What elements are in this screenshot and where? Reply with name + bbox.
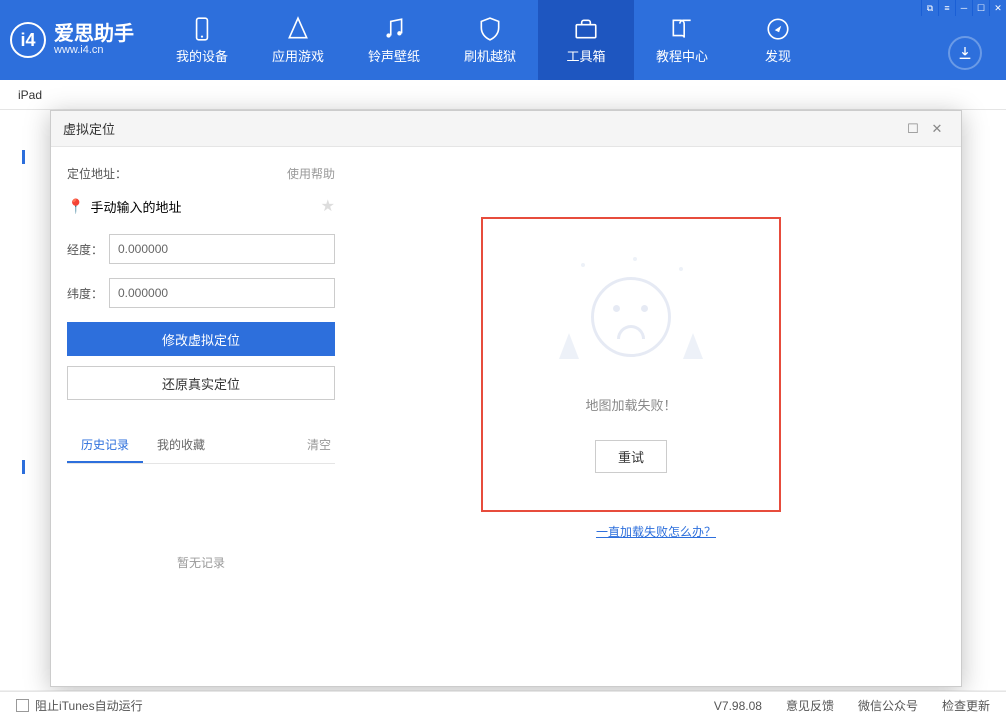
- titlebar-btn-1[interactable]: ⧉: [922, 0, 938, 16]
- check-update-link[interactable]: 检查更新: [942, 697, 990, 714]
- longitude-input[interactable]: [109, 234, 335, 264]
- modal-title-text: 虚拟定位: [63, 119, 115, 138]
- side-marker-icon: [22, 150, 25, 164]
- history-tabs: 历史记录 我的收藏 清空: [67, 428, 335, 464]
- footer: 阻止iTunes自动运行 V7.98.08 意见反馈 微信公众号 检查更新: [0, 691, 1006, 719]
- version-text: V7.98.08: [714, 699, 762, 713]
- nav-label: 铃声壁纸: [368, 46, 420, 65]
- virtual-location-modal: 虚拟定位 ☐ ✕ 定位地址： 使用帮助 📍 手动输入的地址 ★ 经度：: [50, 110, 962, 687]
- location-panel: 定位地址： 使用帮助 📍 手动输入的地址 ★ 经度： 纬度： 修改虚拟定位: [51, 147, 351, 686]
- app-url: www.i4.cn: [54, 44, 134, 56]
- download-button[interactable]: [948, 36, 982, 70]
- nav-jailbreak[interactable]: 刷机越狱: [442, 0, 538, 80]
- download-icon: [957, 45, 973, 61]
- nav-label: 刷机越狱: [464, 46, 516, 65]
- app-name: 爱思助手: [54, 24, 134, 44]
- block-itunes-label: 阻止iTunes自动运行: [35, 697, 143, 714]
- modal-close[interactable]: ✕: [925, 121, 949, 137]
- nav-tutorials[interactable]: 教程中心: [634, 0, 730, 80]
- nav-ringtones[interactable]: 铃声壁纸: [346, 0, 442, 80]
- nav-discover[interactable]: 发现: [730, 0, 826, 80]
- loading-fail-help-link[interactable]: 一直加载失败怎么办？: [596, 525, 716, 539]
- nav-label: 发现: [765, 46, 791, 65]
- titlebar-maximize[interactable]: ☐: [973, 0, 989, 16]
- feedback-link[interactable]: 意见反馈: [786, 697, 834, 714]
- nav-apps[interactable]: 应用游戏: [250, 0, 346, 80]
- titlebar-btn-2[interactable]: ≡: [939, 0, 955, 16]
- modify-location-button[interactable]: 修改虚拟定位: [67, 322, 335, 356]
- logo-icon: i4: [10, 22, 46, 58]
- empty-history-text: 暂无记录: [67, 554, 335, 571]
- tab-favorites[interactable]: 我的收藏: [143, 428, 219, 463]
- nav-label: 应用游戏: [272, 46, 324, 65]
- pin-icon: 📍: [67, 198, 84, 215]
- clear-button[interactable]: 清空: [303, 428, 335, 463]
- window-controls: ⧉ ≡ ─ ☐ ✕: [921, 0, 1006, 16]
- longitude-label: 经度：: [67, 241, 109, 258]
- music-icon: [381, 16, 407, 42]
- sad-face-icon: [541, 257, 721, 377]
- wechat-link[interactable]: 微信公众号: [858, 697, 918, 714]
- help-link[interactable]: 使用帮助: [287, 165, 335, 182]
- map-panel: 地图加载失败！ 重试 一直加载失败怎么办？: [351, 147, 961, 686]
- compass-icon: [765, 16, 791, 42]
- device-tab-bar: iPad: [0, 80, 1006, 110]
- map-fail-text: 地图加载失败！: [585, 395, 676, 414]
- main-area: 虚拟定位 ☐ ✕ 定位地址： 使用帮助 📍 手动输入的地址 ★ 经度：: [0, 110, 1006, 690]
- nav-my-device[interactable]: 我的设备: [154, 0, 250, 80]
- side-marker-icon: [22, 460, 25, 474]
- nav-label: 我的设备: [176, 46, 228, 65]
- logo: i4 爱思助手 www.i4.cn: [10, 22, 134, 58]
- modal-maximize[interactable]: ☐: [901, 121, 925, 137]
- map-error-box: 地图加载失败！ 重试: [481, 217, 781, 512]
- retry-button[interactable]: 重试: [595, 440, 667, 473]
- tab-history[interactable]: 历史记录: [67, 428, 143, 463]
- device-icon: [189, 16, 215, 42]
- titlebar-close[interactable]: ✕: [990, 0, 1006, 16]
- shield-icon: [477, 16, 503, 42]
- nav-label: 教程中心: [656, 46, 708, 65]
- titlebar-minimize[interactable]: ─: [956, 0, 972, 16]
- block-itunes-checkbox[interactable]: [16, 699, 29, 712]
- toolbox-icon: [573, 16, 599, 42]
- latitude-label: 纬度：: [67, 285, 109, 302]
- favorite-star[interactable]: ★: [321, 196, 335, 216]
- nav-label: 工具箱: [566, 46, 605, 65]
- manual-address-text: 手动输入的地址: [90, 197, 181, 216]
- book-icon: [669, 16, 695, 42]
- nav-toolbox[interactable]: 工具箱: [538, 0, 634, 80]
- header: i4 爱思助手 www.i4.cn 我的设备 应用游戏 铃声壁纸 刷机越狱 工具…: [0, 0, 1006, 80]
- latitude-input[interactable]: [109, 278, 335, 308]
- apps-icon: [285, 16, 311, 42]
- modal-titlebar: 虚拟定位 ☐ ✕: [51, 111, 961, 147]
- main-nav: 我的设备 应用游戏 铃声壁纸 刷机越狱 工具箱 教程中心 发现: [154, 0, 826, 80]
- address-label: 定位地址：: [67, 165, 127, 182]
- restore-location-button[interactable]: 还原真实定位: [67, 366, 335, 400]
- device-tab[interactable]: iPad: [18, 88, 42, 102]
